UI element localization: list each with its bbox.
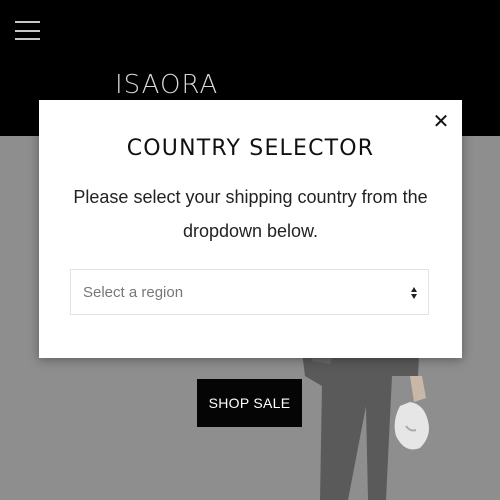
chevron-up-down-icon (411, 287, 417, 299)
hamburger-menu-icon[interactable] (15, 21, 40, 40)
shop-sale-button[interactable]: SHOP SALE (197, 379, 302, 427)
modal-title: COUNTRY SELECTOR (126, 136, 375, 161)
modal-description: Please select your shipping country from… (73, 187, 428, 241)
region-select-placeholder: Select a region (83, 284, 184, 301)
region-select[interactable]: Select a region (70, 269, 429, 315)
close-icon[interactable]: ✕ (430, 110, 452, 132)
country-selector-modal: ✕ COUNTRY SELECTOR Please select your sh… (39, 100, 462, 358)
site-logo[interactable]: ISAORA (115, 70, 218, 100)
